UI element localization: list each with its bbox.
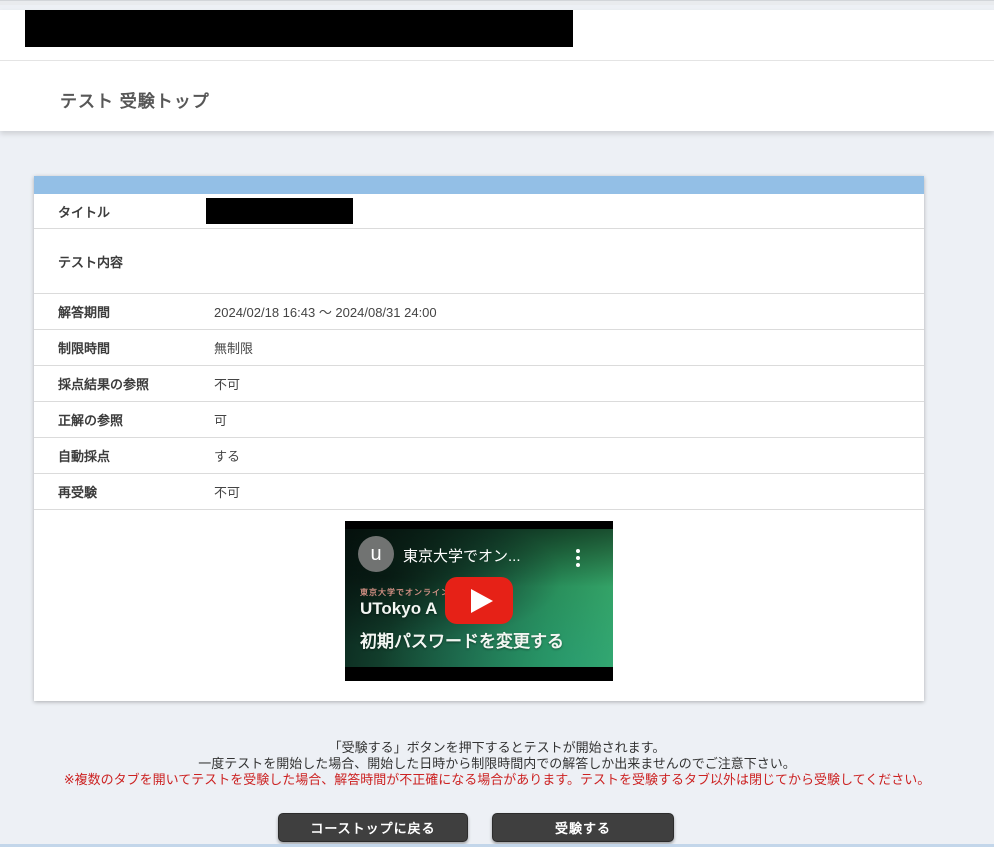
main-content: タイトル テスト内容 解答期間 2024/02/18 16:43 〜 2024/… xyxy=(0,176,994,842)
row-value: 不可 xyxy=(206,374,240,393)
table-row: 制限時間 無制限 xyxy=(34,330,924,366)
redacted-site-banner xyxy=(25,10,573,47)
row-value: 不可 xyxy=(206,482,240,501)
table-row: 解答期間 2024/02/18 16:43 〜 2024/08/31 24:00 xyxy=(34,294,924,330)
thumbnail-text-line2: 初期パスワードを変更する xyxy=(360,627,564,652)
window-top-strip xyxy=(0,0,994,5)
instruction-line: 一度テストを開始した場合、開始した日時から制限時間内での解答しか出来ませんのでご… xyxy=(0,756,994,772)
table-row: 再受験 不可 xyxy=(34,474,924,510)
row-value: する xyxy=(206,446,240,465)
page-title: テスト 受験トップ xyxy=(0,61,994,112)
kebab-menu-icon[interactable] xyxy=(573,546,583,570)
table-row: 正解の参照 可 xyxy=(34,402,924,438)
play-icon xyxy=(471,589,493,613)
action-buttons: コーストップに戻る 受験する xyxy=(0,813,973,842)
topbar xyxy=(0,10,994,61)
row-label: テスト内容 xyxy=(34,252,206,271)
row-label: 採点結果の参照 xyxy=(34,374,206,393)
thumbnail-text-line1: UTokyo A xyxy=(360,599,437,619)
start-test-button[interactable]: 受験する xyxy=(492,813,674,842)
table-row: 採点結果の参照 不可 xyxy=(34,366,924,402)
warning-text: ※複数のタブを開いてテストを受験した場合、解答時間が不正確になる場合があります。… xyxy=(0,772,994,788)
back-to-course-top-button[interactable]: コーストップに戻る xyxy=(278,813,468,842)
youtube-embed[interactable]: u 東京大学でオン... 東京大学でオンライン授 UTokyo A 初期パスワー… xyxy=(345,521,613,681)
row-label: タイトル xyxy=(34,202,206,221)
row-label: 制限時間 xyxy=(34,338,206,357)
test-info-card: タイトル テスト内容 解答期間 2024/02/18 16:43 〜 2024/… xyxy=(34,176,924,701)
row-label: 再受験 xyxy=(34,482,206,501)
instructions: 「受験する」ボタンを押下するとテストが開始されます。 一度テストを開始した場合、… xyxy=(0,740,994,788)
table-row: 自動採点 する xyxy=(34,438,924,474)
video-row: u 東京大学でオン... 東京大学でオンライン授 UTokyo A 初期パスワー… xyxy=(34,521,924,701)
video-title-link[interactable]: 東京大学でオン... xyxy=(403,545,521,566)
instruction-line: 「受験する」ボタンを押下するとテストが開始されます。 xyxy=(0,740,994,756)
video-thumbnail[interactable]: u 東京大学でオン... 東京大学でオンライン授 UTokyo A 初期パスワー… xyxy=(345,529,613,667)
card-accent-bar xyxy=(34,176,924,194)
row-value: 可 xyxy=(206,410,227,429)
row-label: 解答期間 xyxy=(34,302,206,321)
title-band: テスト 受験トップ xyxy=(0,61,994,131)
row-label: 正解の参照 xyxy=(34,410,206,429)
channel-avatar[interactable]: u xyxy=(358,536,394,572)
youtube-play-button[interactable] xyxy=(445,577,513,624)
table-row: テスト内容 xyxy=(34,229,924,294)
row-value: 2024/02/18 16:43 〜 2024/08/31 24:00 xyxy=(206,302,437,321)
site-header: テスト 受験トップ xyxy=(0,10,994,131)
row-label: 自動採点 xyxy=(34,446,206,465)
table-row: タイトル xyxy=(34,194,924,229)
row-value: 無制限 xyxy=(206,338,253,357)
redacted-test-title xyxy=(206,198,353,224)
